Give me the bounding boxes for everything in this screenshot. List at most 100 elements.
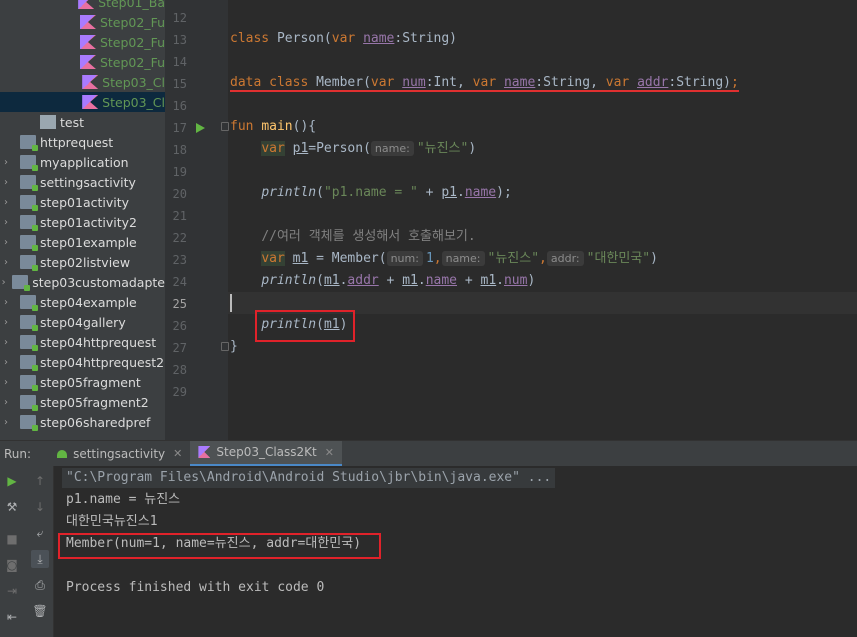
rerun-icon[interactable]: ▶ [3, 472, 21, 490]
soft-wrap-icon[interactable]: ⤶ [31, 524, 49, 542]
tree-item-module[interactable]: › step05fragment [0, 372, 165, 392]
chevron-right-icon[interactable]: › [0, 177, 12, 188]
tree-item-module[interactable]: › myapplication [0, 152, 165, 172]
code-token: 1 [425, 251, 434, 266]
chevron-right-icon[interactable]: › [0, 277, 7, 288]
chevron-right-icon[interactable]: › [0, 337, 12, 348]
chevron-right-icon[interactable]: › [0, 237, 12, 248]
tree-item-module[interactable]: httprequest [0, 132, 165, 152]
code-token: println [261, 273, 317, 288]
console-line: p1.name = 뉴진스 [66, 492, 181, 507]
module-icon [20, 235, 38, 251]
code-comment: //여러 객체를 생성해서 호출해보기. [261, 229, 476, 244]
chevron-right-icon[interactable]: › [0, 217, 12, 228]
code-token: . [417, 273, 426, 288]
code-token: . [496, 273, 504, 288]
tree-item-module[interactable]: › step04example [0, 292, 165, 312]
close-icon[interactable]: ✕ [325, 446, 334, 459]
code-token: :String) [394, 31, 458, 46]
code-token: ( [316, 273, 324, 288]
tree-item-module[interactable]: › step01activity [0, 192, 165, 212]
code-token: :Int, [425, 75, 473, 90]
module-icon [20, 415, 38, 431]
chevron-right-icon[interactable]: › [0, 257, 12, 268]
code-token: , [539, 251, 547, 266]
android-icon [57, 449, 68, 458]
code-token: :String) [668, 75, 731, 90]
console-line-finished: Process finished with exit code 0 [66, 580, 325, 595]
code-token: Person( [269, 31, 332, 46]
code-line-24: println(m1.addr + m1.name + m1.num) [230, 270, 535, 292]
chevron-right-icon[interactable]: › [0, 297, 12, 308]
tree-item-module[interactable]: › step06sharedpref [0, 412, 165, 432]
code-token: ) [527, 273, 536, 288]
highlight-box-println [255, 310, 355, 342]
chevron-right-icon[interactable]: › [0, 397, 12, 408]
arrow-up-icon[interactable]: ↑ [31, 472, 49, 490]
code-token: name [363, 31, 395, 46]
module-icon [20, 395, 38, 411]
tree-item-module[interactable]: › step05fragment2 [0, 392, 165, 412]
code-token: name [503, 75, 536, 90]
line-number: 23 [172, 253, 187, 267]
chevron-right-icon[interactable]: › [0, 197, 12, 208]
code-line-13: class Person(var name:String) [230, 28, 457, 50]
fold-marker-icon[interactable] [221, 342, 229, 351]
tree-item-module[interactable]: › settingsactivity [0, 172, 165, 192]
camera-icon[interactable]: ◙ [3, 556, 21, 574]
wrench-icon[interactable]: ⚒ [3, 498, 21, 516]
code-token: "뉴진스" [487, 251, 540, 266]
code-token: "대한민국" [586, 251, 651, 266]
kotlin-file-icon [79, 15, 96, 29]
module-icon [12, 275, 31, 291]
tree-item-test[interactable]: test [0, 112, 165, 132]
login-icon[interactable]: ⇥ [3, 582, 21, 600]
trash-icon[interactable]: 🗑 [31, 602, 49, 620]
code-token: (){ [292, 119, 317, 134]
tree-item-kt-file[interactable]: Step02_Fu [0, 12, 165, 32]
fold-marker-icon[interactable] [221, 122, 229, 131]
code-line-18: var p1=Person(name: "뉴진스") [230, 138, 476, 160]
kotlin-icon [198, 446, 211, 458]
code-token: m1 [323, 273, 340, 288]
code-editor[interactable] [228, 0, 857, 440]
tree-item-module[interactable]: › step03customadapte [0, 272, 165, 292]
code-token: "p1.name = " [323, 185, 418, 200]
tree-item-kt-file[interactable]: Step02_Fu [0, 52, 165, 72]
highlighted-data-class: data class Member(var num:Int, var name:… [230, 75, 739, 92]
kotlin-file-icon [79, 55, 96, 69]
run-tab-label: Step03_Class2Kt [216, 445, 317, 459]
stop-icon[interactable]: ■ [3, 530, 21, 548]
tree-item-module[interactable]: › step04httprequest2 [0, 352, 165, 372]
code-token: ( [316, 185, 324, 200]
code-token: ) [650, 251, 658, 266]
line-number-current: 25 [172, 297, 187, 311]
run-tab-settingsactivity[interactable]: settingsactivity ✕ [49, 441, 190, 467]
console-command-line: "C:\Program Files\Android\Android Studio… [62, 468, 556, 488]
code-token: println [261, 185, 317, 200]
module-icon [20, 195, 38, 211]
tree-item-kt-file[interactable]: Step01_Ba [0, 0, 165, 12]
tree-item-module[interactable]: › step01activity2 [0, 212, 165, 232]
code-line-22: //여러 객체를 생성해서 호출해보기. [230, 226, 476, 248]
print-icon[interactable]: ⎙ [31, 576, 49, 594]
run-tab-step03[interactable]: Step03_Class2Kt ✕ [190, 440, 342, 467]
chevron-right-icon[interactable]: › [0, 377, 12, 388]
chevron-right-icon[interactable]: › [0, 157, 12, 168]
chevron-right-icon[interactable]: › [0, 317, 12, 328]
arrow-down-icon[interactable]: ↓ [31, 498, 49, 516]
exit-icon[interactable]: ⇤ [3, 608, 21, 626]
tree-item-module[interactable]: › step02listview [0, 252, 165, 272]
tree-item-kt-file[interactable]: Step02_Fu [0, 32, 165, 52]
tree-item-module[interactable]: › step04httprequest [0, 332, 165, 352]
tree-item-module[interactable]: › step01example [0, 232, 165, 252]
tree-item-kt-file-selected[interactable]: Step03_Cl [0, 92, 165, 112]
scroll-to-end-icon[interactable]: ⤓ [31, 550, 49, 568]
code-token: data class [230, 75, 309, 90]
chevron-right-icon[interactable]: › [0, 357, 12, 368]
close-icon[interactable]: ✕ [173, 447, 182, 460]
run-gutter-icon[interactable] [196, 123, 205, 133]
tree-item-kt-file[interactable]: Step03_Cl [0, 72, 165, 92]
tree-item-module[interactable]: › step04gallery [0, 312, 165, 332]
chevron-right-icon[interactable]: › [0, 417, 12, 428]
